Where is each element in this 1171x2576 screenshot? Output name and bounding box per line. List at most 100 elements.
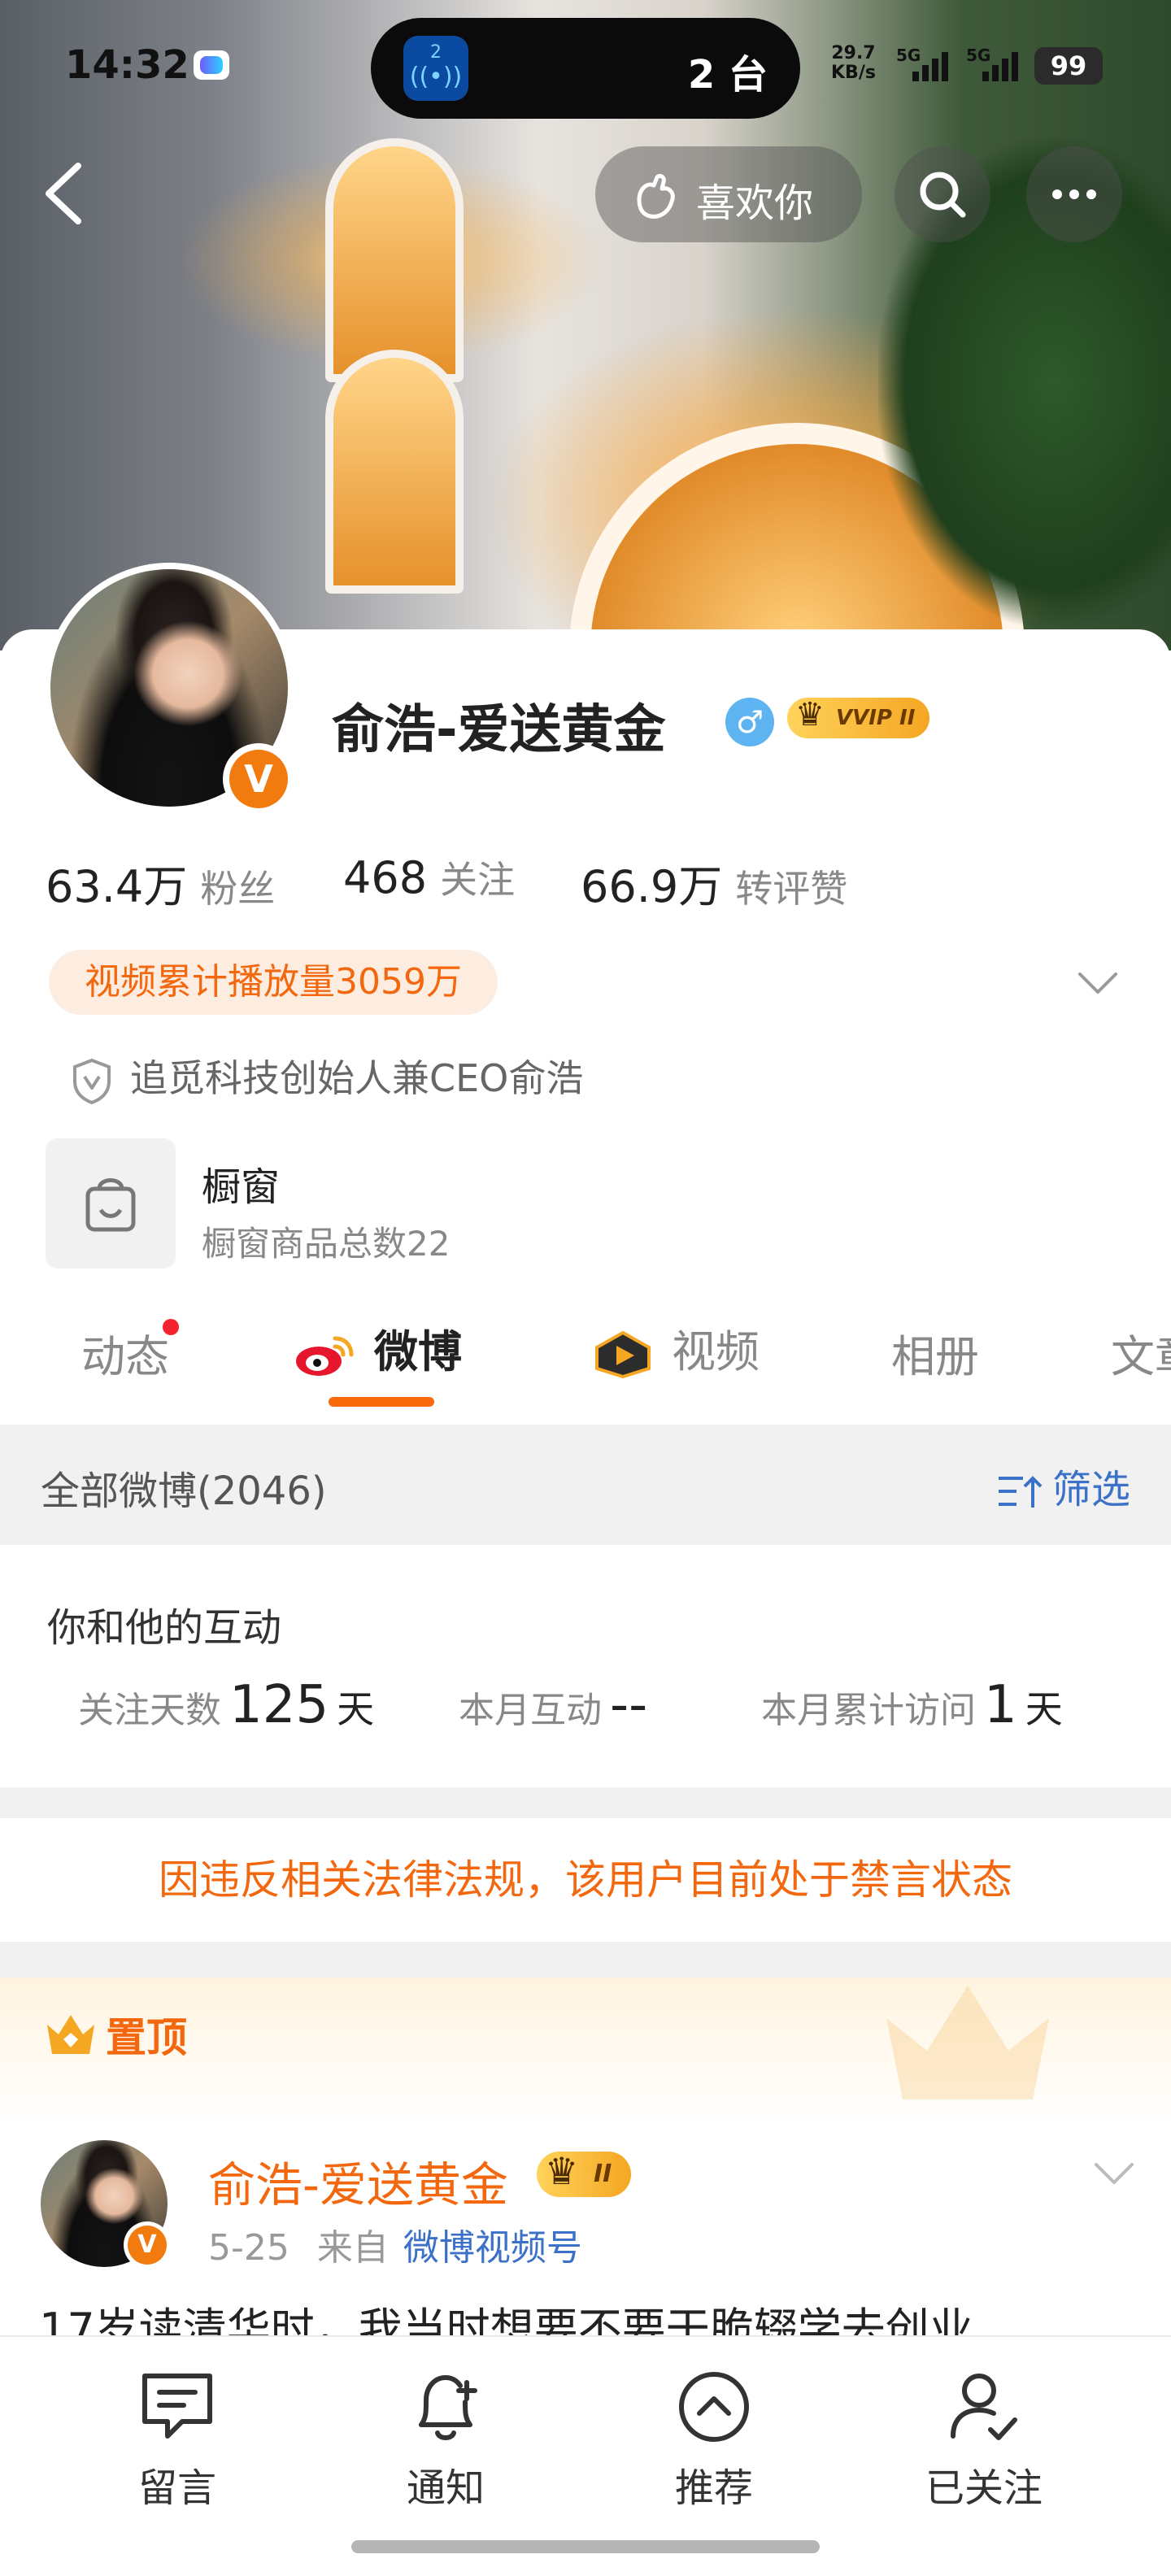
app-indicator-icon — [194, 50, 229, 80]
post-crown-badge: II — [537, 2148, 632, 2197]
broadcast-icon: 2 ((•)) — [403, 36, 468, 101]
tab-album[interactable]: 相册 — [891, 1321, 979, 1385]
stat-followers[interactable]: 63.4万 粉丝 — [46, 851, 275, 915]
feed-header: 全部微博(2046) 筛选 — [0, 1425, 1171, 1545]
tab-weibo[interactable]: 微博 — [293, 1316, 462, 1380]
post-source-link[interactable]: 微博视频号 — [403, 2227, 582, 2269]
pinned-label: 置顶 — [106, 2014, 187, 2061]
stat-label: 粉丝 — [200, 867, 276, 911]
shop-title[interactable]: 橱窗 — [202, 1155, 280, 1212]
dynamic-island[interactable]: 2 ((•)) 2 台 — [371, 18, 800, 119]
filter-button[interactable]: 筛选 — [995, 1457, 1130, 1514]
month-interact-value: -- — [610, 1675, 648, 1735]
verified-badge: V — [223, 743, 294, 815]
cover-window — [325, 138, 464, 382]
search-icon — [920, 172, 966, 218]
post-text[interactable]: 17岁读清华时，我当时想要不要干脆辍学去创业 — [39, 2293, 1129, 2335]
network-speed-unit: KB/s — [831, 63, 876, 83]
post-date: 5-25 — [208, 2227, 289, 2269]
follow-days: 关注天数 125 天 — [78, 1675, 374, 1735]
chevron-up-circle-icon — [679, 2372, 749, 2442]
tab-label: 视频 — [672, 1326, 760, 1377]
shop-subtitle: 橱窗商品总数22 — [202, 1224, 451, 1264]
tab-label: 动态 — [81, 1331, 169, 1382]
signal-icon — [912, 52, 951, 85]
filter-sort-icon — [998, 1476, 1043, 1508]
tab-label: 微博 — [374, 1326, 462, 1377]
banned-notice: 因违反相关法律法规，该用户目前处于禁言状态 — [0, 1818, 1171, 1942]
follow-days-label: 关注天数 — [78, 1690, 221, 1731]
status-time: 14:32 — [65, 42, 189, 88]
message-button[interactable]: 留言 — [96, 2365, 259, 2513]
followed-label: 已关注 — [925, 2465, 1043, 2511]
home-indicator — [351, 2540, 820, 2553]
weibo-logo-icon — [296, 1336, 354, 1377]
pinned-header: 置顶 — [0, 1978, 1171, 2124]
notify-label: 通知 — [406, 2465, 485, 2511]
recommend-label: 推荐 — [674, 2465, 753, 2511]
user-check-icon — [951, 2374, 1017, 2440]
tab-label: 文章 — [1111, 1331, 1171, 1382]
search-button[interactable] — [895, 146, 990, 242]
follow-days-value: 125 — [229, 1675, 329, 1735]
post-author-name[interactable]: 俞浩-爱送黄金 — [208, 2147, 508, 2215]
month-interactions: 本月互动 -- — [459, 1675, 655, 1735]
message-icon — [142, 2374, 212, 2439]
shield-icon — [73, 1058, 111, 1104]
message-label: 留言 — [137, 2465, 216, 2511]
like-you-label: 喜欢你 — [696, 181, 814, 226]
post-from-label: 来自 — [316, 2227, 389, 2269]
post-menu-button[interactable] — [1091, 2156, 1137, 2189]
like-you-button[interactable]: 喜欢你 — [595, 146, 862, 242]
bell-plus-icon — [419, 2374, 477, 2440]
network-speed-value: 29.7 — [831, 43, 876, 63]
tab-activity[interactable]: 动态 — [81, 1319, 179, 1385]
month-visit-value: 1 — [984, 1675, 1017, 1735]
chevron-left-icon — [46, 163, 81, 224]
all-posts-count[interactable]: 全部微博(2046) — [41, 1459, 327, 1516]
stat-value: 468 — [343, 852, 428, 903]
divider — [0, 1787, 1171, 1818]
chevron-down-icon — [1078, 973, 1117, 994]
chevron-down-icon — [1095, 2163, 1134, 2184]
network-speed: 29.7 KB/s — [831, 44, 876, 83]
crown-icon — [47, 2015, 94, 2054]
battery-indicator: 99 — [1034, 47, 1103, 85]
follow-days-unit: 天 — [337, 1687, 375, 1731]
stat-reposts-comments-likes[interactable]: 66.9万 转评赞 — [581, 851, 847, 915]
recommend-button[interactable]: 推荐 — [633, 2365, 795, 2513]
month-visit-unit: 天 — [1025, 1687, 1063, 1731]
interaction-panel: 你和他的互动 关注天数 125 天 本月互动 -- 本月累计访问 1 天 — [0, 1545, 1171, 1787]
month-interact-label: 本月互动 — [459, 1690, 602, 1731]
stat-value: 63.4万 — [46, 861, 188, 912]
status-bar: 14:32 2 ((•)) 2 台 29.7 KB/s 5G 5G 99 — [0, 0, 1171, 130]
video-play-icon — [595, 1331, 651, 1379]
video-plays-tag[interactable]: 视频累计播放量3059万 — [49, 950, 498, 1015]
post-meta: 5-25 来自 微博视频号 — [208, 2218, 582, 2270]
stat-label: 关注 — [440, 858, 516, 902]
vvip-badge[interactable]: VVIP II — [787, 694, 930, 738]
expand-profile-button[interactable] — [1075, 966, 1121, 999]
shop-window-tile[interactable] — [46, 1138, 176, 1268]
verification-info: 追觅科技创始人兼CEO俞浩 — [70, 1049, 583, 1106]
stat-following[interactable]: 468 关注 — [343, 851, 515, 904]
followed-button[interactable]: 已关注 — [903, 2365, 1065, 2513]
unread-dot — [163, 1319, 179, 1335]
male-gender-icon: ♂ — [725, 698, 774, 746]
notify-button[interactable]: 通知 — [364, 2365, 527, 2513]
active-tab-indicator — [329, 1397, 434, 1407]
tab-article[interactable]: 文章 — [1111, 1321, 1171, 1385]
signal-icon — [982, 52, 1021, 85]
verification-text: 追觅科技创始人兼CEO俞浩 — [130, 1056, 584, 1100]
stat-label: 转评赞 — [735, 867, 848, 911]
more-dots-icon — [1052, 189, 1096, 199]
divider — [0, 1942, 1171, 1978]
back-button[interactable] — [39, 159, 91, 228]
profile-name: 俞浩-爱送黄金 — [332, 700, 666, 760]
tab-video[interactable]: 视频 — [590, 1316, 760, 1380]
verified-v-icon: V — [128, 2226, 167, 2265]
stat-value: 66.9万 — [581, 861, 723, 912]
hand-heart-icon — [637, 173, 675, 219]
month-visits: 本月累计访问 1 天 — [761, 1675, 1063, 1735]
more-button[interactable] — [1026, 146, 1122, 242]
